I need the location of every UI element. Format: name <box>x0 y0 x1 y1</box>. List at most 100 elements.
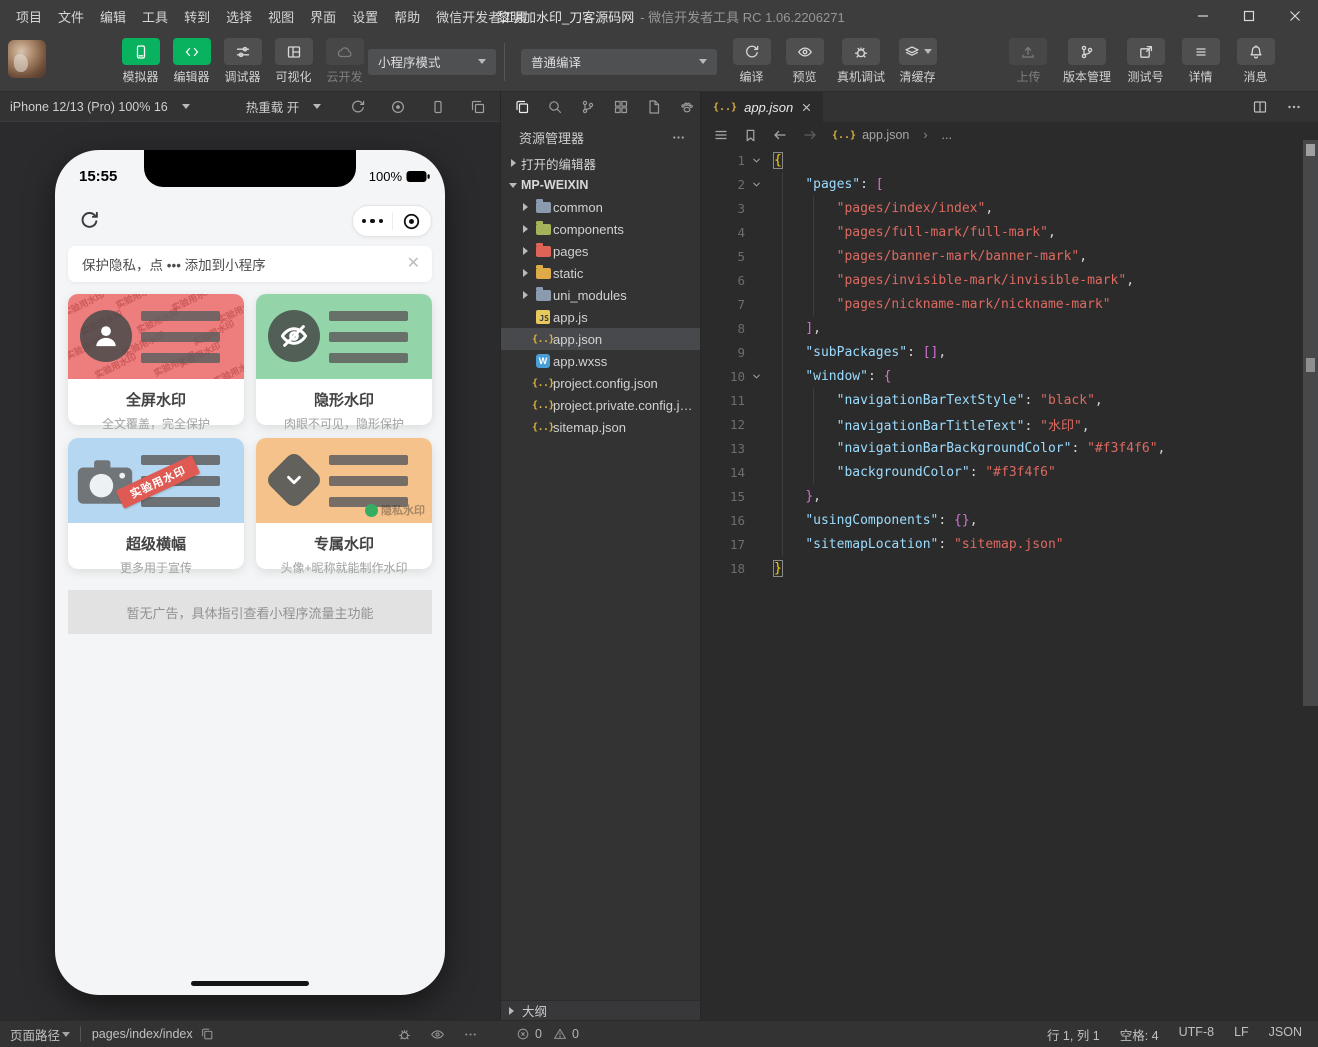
code-line-9[interactable]: 9 "subPackages": [], <box>701 340 1302 364</box>
problems-status[interactable]: 0 0 <box>500 1027 700 1041</box>
file-item-app.json[interactable]: {..} app.json <box>501 328 700 350</box>
files-view-icon[interactable] <box>514 99 530 115</box>
minimize-button[interactable] <box>1180 0 1226 32</box>
navigate-forward-icon[interactable] <box>802 127 818 143</box>
code-line-11[interactable]: 11 "navigationBarTextStyle": "black", <box>701 388 1302 412</box>
breadcrumb-more[interactable]: ... <box>942 128 952 142</box>
fold-chevron-icon[interactable] <box>745 155 767 166</box>
file-item-app.js[interactable]: JS app.js <box>501 306 700 328</box>
toolbar-button-真机调试[interactable]: 真机调试 <box>835 38 887 85</box>
menu-界面[interactable]: 界面 <box>302 3 344 30</box>
multi-window-icon[interactable] <box>470 99 486 115</box>
scrollbar-thumb[interactable] <box>1306 144 1315 156</box>
menu-设置[interactable]: 设置 <box>344 3 386 30</box>
toolbar-button-云开发[interactable]: 云开发 <box>322 38 367 85</box>
code-line-1[interactable]: 1{ <box>701 148 1302 172</box>
code-editor[interactable]: 1{2 "pages": [3 "pages/index/index", 4 "p… <box>701 148 1302 580</box>
more-dots-icon[interactable] <box>353 218 392 224</box>
debug-icon[interactable] <box>397 1027 412 1042</box>
record-icon[interactable] <box>390 99 406 115</box>
menu-视图[interactable]: 视图 <box>260 3 302 30</box>
code-line-2[interactable]: 2 "pages": [ <box>701 172 1302 196</box>
search-icon[interactable] <box>547 99 563 115</box>
file-item-app.wxss[interactable]: Wapp.wxss <box>501 350 700 372</box>
code-line-12[interactable]: 12 "navigationBarTitleText": "水印", <box>701 412 1302 436</box>
code-line-7[interactable]: 7 "pages/nickname-mark/nickname-mark" <box>701 292 1302 316</box>
mode-dropdown[interactable]: 小程序模式 <box>368 48 496 75</box>
code-line-6[interactable]: 6 "pages/invisible-mark/invisible-mark", <box>701 268 1302 292</box>
fold-chevron-icon[interactable] <box>745 371 767 382</box>
file-item-components[interactable]: components <box>501 218 700 240</box>
indent-setting[interactable]: 空格: 4 <box>1120 1025 1159 1044</box>
device-selector[interactable]: iPhone 12/13 (Pro) 100% 16 <box>10 100 190 114</box>
toolbar-button-测试号[interactable]: 测试号 <box>1123 38 1168 85</box>
more-icon[interactable] <box>463 1027 478 1042</box>
breadcrumb-file[interactable]: {..} app.json <box>832 128 909 142</box>
file-item-uni_modules[interactable]: uni_modules <box>501 284 700 306</box>
mini-program-capsule[interactable] <box>352 205 432 237</box>
compile-mode-dropdown[interactable]: 普通编译 <box>521 48 717 75</box>
code-line-15[interactable]: 15 }, <box>701 484 1302 508</box>
code-line-4[interactable]: 4 "pages/full-mark/full-mark", <box>701 220 1302 244</box>
toolbar-button-预览[interactable]: 预览 <box>782 38 827 85</box>
eye-icon[interactable] <box>430 1027 445 1042</box>
file-item-pages[interactable]: pages <box>501 240 700 262</box>
watermark-card-超级横幅[interactable]: 实验用水印 超级横幅 更多用于宣传 <box>68 438 244 575</box>
close-icon[interactable]: ✕ <box>407 256 420 272</box>
more-icon[interactable] <box>1286 99 1302 115</box>
user-avatar[interactable] <box>8 40 46 78</box>
tree-root-mp-weixin[interactable]: MP-WEIXIN <box>501 174 700 196</box>
outline-section[interactable]: 大纲 <box>501 1000 700 1020</box>
extensions-icon[interactable] <box>613 99 629 115</box>
navigate-back-icon[interactable] <box>772 127 788 143</box>
encoding[interactable]: UTF-8 <box>1179 1025 1214 1044</box>
file-item-common[interactable]: common <box>501 196 700 218</box>
npm-scripts-icon[interactable] <box>646 99 662 115</box>
menu-编辑[interactable]: 编辑 <box>92 3 134 30</box>
source-control-icon[interactable] <box>580 99 596 115</box>
ad-placeholder[interactable]: 暂无广告，具体指引查看小程序流量主功能 <box>68 590 432 634</box>
toolbar-button-可视化[interactable]: 可视化 <box>271 38 316 85</box>
menu-转到[interactable]: 转到 <box>176 3 218 30</box>
toolbar-button-消息[interactable]: 消息 <box>1233 38 1278 85</box>
menu-文件[interactable]: 文件 <box>50 3 92 30</box>
watermark-card-专属水印[interactable]: 隐私水印 专属水印 头像+昵称就能制作水印 <box>256 438 432 575</box>
code-line-18[interactable]: 18} <box>701 556 1302 580</box>
toolbar-button-调试器[interactable]: 调试器 <box>220 38 265 85</box>
file-item-project.private.config.js...[interactable]: {..} project.private.config.js... <box>501 394 700 416</box>
rotate-device-icon[interactable] <box>350 99 366 115</box>
code-line-13[interactable]: 13 "navigationBarBackgroundColor": "#f3f… <box>701 436 1302 460</box>
phone-frame-icon[interactable] <box>430 99 446 115</box>
code-line-5[interactable]: 5 "pages/banner-mark/banner-mark", <box>701 244 1302 268</box>
outline-list-icon[interactable] <box>713 127 729 143</box>
weapp-plugin-icon[interactable] <box>679 99 695 115</box>
tree-section-open-editors[interactable]: 打开的编辑器 <box>501 152 700 174</box>
code-line-3[interactable]: 3 "pages/index/index", <box>701 196 1302 220</box>
tab-app-json[interactable]: {..} app.json <box>701 92 824 122</box>
toolbar-button-编辑器[interactable]: 编辑器 <box>169 38 214 85</box>
watermark-card-隐形水印[interactable]: 隐形水印 肉眼不可见，隐形保护 <box>256 294 432 431</box>
toolbar-button-编译[interactable]: 编译 <box>729 38 774 85</box>
code-line-17[interactable]: 17 "sitemapLocation": "sitemap.json" <box>701 532 1302 556</box>
toolbar-button-清缓存[interactable]: 清缓存 <box>895 38 940 85</box>
fold-chevron-icon[interactable] <box>745 179 767 190</box>
maximize-button[interactable] <box>1226 0 1272 32</box>
toolbar-button-上传[interactable]: 上传 <box>1006 38 1051 85</box>
code-line-8[interactable]: 8 ], <box>701 316 1302 340</box>
toolbar-button-详情[interactable]: 详情 <box>1178 38 1223 85</box>
close-button[interactable] <box>1272 0 1318 32</box>
refresh-icon[interactable] <box>79 210 100 236</box>
editor-scrollbar[interactable] <box>1303 140 1318 706</box>
eol-setting[interactable]: LF <box>1234 1025 1249 1044</box>
menu-项目[interactable]: 项目 <box>8 3 50 30</box>
code-line-16[interactable]: 16 "usingComponents": {}, <box>701 508 1302 532</box>
cursor-position[interactable]: 行 1, 列 1 <box>1047 1025 1100 1044</box>
page-path-dropdown[interactable]: 页面路径 <box>10 1025 71 1044</box>
code-line-10[interactable]: 10 "window": { <box>701 364 1302 388</box>
code-line-14[interactable]: 14 "backgroundColor": "#f3f4f6" <box>701 460 1302 484</box>
menu-帮助[interactable]: 帮助 <box>386 3 428 30</box>
file-item-static[interactable]: static <box>501 262 700 284</box>
file-item-sitemap.json[interactable]: {..} sitemap.json <box>501 416 700 438</box>
split-editor-icon[interactable] <box>1252 99 1268 115</box>
toolbar-button-版本管理[interactable]: 版本管理 <box>1061 38 1113 85</box>
